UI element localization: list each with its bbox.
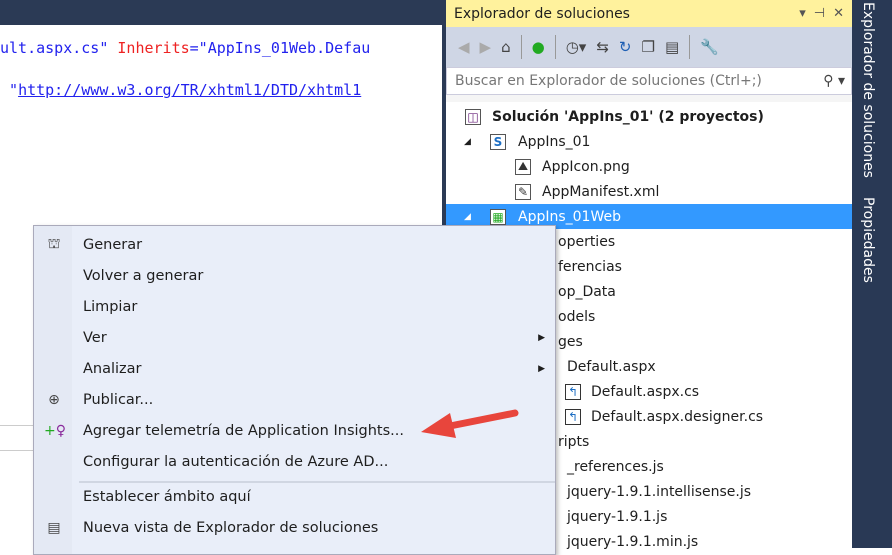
cs-file-icon: ↰ <box>565 408 581 425</box>
tree-item-file[interactable]: ✎ AppManifest.xml <box>446 179 852 204</box>
app-insights-icon: +♀ <box>44 423 66 439</box>
web-project-icon: ▦ <box>490 208 506 225</box>
tree-item-label: Default.aspx.designer.cs <box>591 408 764 425</box>
tree-item-label: AppIcon.png <box>542 158 630 175</box>
tree-item-label: op_Data <box>558 283 616 300</box>
cs-file-icon: ↰ <box>565 383 581 400</box>
menu-item-ver[interactable]: Ver ▶ <box>34 323 555 353</box>
image-file-icon: ⛰ <box>515 158 531 175</box>
menu-item-publicar[interactable]: ⊕ Publicar... <box>34 385 555 415</box>
close-icon[interactable]: ✕ <box>833 6 844 21</box>
menu-item-app-insights[interactable]: +♀ Agregar telemetría de Application Insi… <box>34 416 555 446</box>
menu-item-establecer-ambito[interactable]: Establecer ámbito aquí <box>34 482 555 512</box>
tree-item-label: jquery-1.9.1.intellisense.js <box>567 483 752 500</box>
search-icon[interactable]: ⚲ ▾ <box>823 73 851 89</box>
code-string: ="AppIns_01Web.Defau <box>189 39 371 57</box>
pin-icon[interactable]: ⊣ <box>814 6 825 21</box>
refresh-icon[interactable]: ↻ <box>619 38 632 56</box>
side-tab-strip: Explorador de soluciones Propiedades <box>852 0 892 548</box>
copy-icon[interactable]: ▤ <box>665 38 679 56</box>
new-view-icon: ▤ <box>47 520 61 536</box>
forward-icon[interactable]: ▶ <box>480 38 492 56</box>
editor-tab-bar <box>0 0 446 25</box>
tree-item-label: AppIns_01Web <box>518 208 621 225</box>
tree-item-label: jquery-1.9.1.js <box>567 508 668 525</box>
dropdown-icon[interactable]: ▾ <box>799 6 806 21</box>
tree-item-label: jquery-1.9.1.min.js <box>567 533 699 550</box>
menu-item-label: Establecer ámbito aquí <box>83 489 251 505</box>
solution-icon: ◫ <box>465 108 481 125</box>
menu-item-label: Analizar <box>83 361 142 377</box>
history-icon[interactable]: ◷▾ <box>566 38 587 56</box>
tree-item-label: odels <box>558 308 596 325</box>
tree-item-label: _references.js <box>567 458 664 475</box>
tree-item-label: AppIns_01 <box>518 133 591 150</box>
tree-item-label: Default.aspx.cs <box>591 383 700 400</box>
menu-item-analizar[interactable]: Analizar ▶ <box>34 354 555 384</box>
tree-item-label: operties <box>558 233 616 250</box>
code-quote: " <box>0 81 19 99</box>
menu-item-nueva-vista[interactable]: ▤ Nueva vista de Explorador de soluciones <box>34 513 555 543</box>
menu-item-label: Nueva vista de Explorador de soluciones <box>83 520 379 536</box>
collapse-icon[interactable]: ❐ <box>642 38 655 56</box>
sync-arrows-icon[interactable]: ⇆ <box>596 38 609 56</box>
panel-title: Explorador de soluciones <box>454 5 630 22</box>
solution-explorer-title-bar: Explorador de soluciones ▾ ⊣ ✕ <box>446 0 852 27</box>
code-line: ult.aspx.cs" Inherits="AppIns_01Web.Defa… <box>0 39 370 57</box>
sync-icon[interactable]: ● <box>532 38 545 56</box>
tree-item-label: AppManifest.xml <box>542 183 660 200</box>
menu-item-azure-ad[interactable]: Configurar la autenticación de Azure AD.… <box>34 447 555 477</box>
manifest-icon: ✎ <box>515 183 531 200</box>
menu-item-limpiar[interactable]: Limpiar <box>34 292 555 322</box>
tree-item-label: ferencias <box>558 258 622 275</box>
tree-item-label: ripts <box>558 433 590 450</box>
tree-item-project[interactable]: ◢ S AppIns_01 <box>446 129 852 154</box>
divider <box>0 450 33 451</box>
menu-item-label: Publicar... <box>83 392 154 408</box>
home-icon[interactable]: ⌂ <box>501 38 511 56</box>
divider <box>0 425 33 426</box>
tree-item-file[interactable]: ⛰ AppIcon.png <box>446 154 852 179</box>
menu-item-label: Agregar telemetría de Application Insigh… <box>83 423 404 439</box>
publish-icon: ⊕ <box>48 392 60 408</box>
tree-item-label: Default.aspx <box>567 358 656 375</box>
tree-item-label: ges <box>558 333 583 350</box>
search-input[interactable]: Buscar en Explorador de soluciones (Ctrl… <box>446 67 852 95</box>
menu-item-label: Generar <box>83 237 143 253</box>
side-tab-properties[interactable]: Propiedades <box>860 197 876 283</box>
code-line: "http://www.w3.org/TR/xhtml1/DTD/xhtml1 <box>0 81 361 99</box>
menu-item-label: Volver a generar <box>83 268 204 284</box>
wrench-icon[interactable]: 🔧 <box>700 38 719 56</box>
solution-explorer-toolbar: ◀ ▶ ⌂ ● ◷▾ ⇆ ↻ ❐ ▤ 🔧 <box>446 27 852 67</box>
tree-item-label: Solución 'AppIns_01' (2 proyectos) <box>492 108 764 125</box>
search-placeholder: Buscar en Explorador de soluciones (Ctrl… <box>455 73 762 89</box>
menu-item-volver-generar[interactable]: Volver a generar <box>34 261 555 291</box>
submenu-arrow-icon: ▶ <box>538 364 545 374</box>
menu-item-generar[interactable]: ⛫ Generar <box>34 230 555 260</box>
project-icon: S <box>490 133 506 150</box>
code-attribute: Inherits <box>117 39 190 57</box>
back-icon[interactable]: ◀ <box>458 38 470 56</box>
code-link[interactable]: http://www.w3.org/TR/xhtml1/DTD/xhtml1 <box>18 81 361 99</box>
submenu-arrow-icon: ▶ <box>538 333 545 343</box>
menu-item-label: Limpiar <box>83 299 138 315</box>
build-icon: ⛫ <box>47 236 61 252</box>
tree-item-solution[interactable]: ◫ Solución 'AppIns_01' (2 proyectos) <box>446 104 852 129</box>
context-menu: ⛫ Generar Volver a generar Limpiar Ver ▶ A… <box>33 225 556 555</box>
expand-icon[interactable]: ◢ <box>464 212 471 222</box>
side-tab-solution-explorer[interactable]: Explorador de soluciones <box>860 2 876 178</box>
menu-item-label: Configurar la autenticación de Azure AD.… <box>83 454 389 470</box>
menu-item-label: Ver <box>83 330 107 346</box>
expand-icon[interactable]: ◢ <box>464 137 471 147</box>
code-string: ult.aspx.cs" <box>0 39 118 57</box>
